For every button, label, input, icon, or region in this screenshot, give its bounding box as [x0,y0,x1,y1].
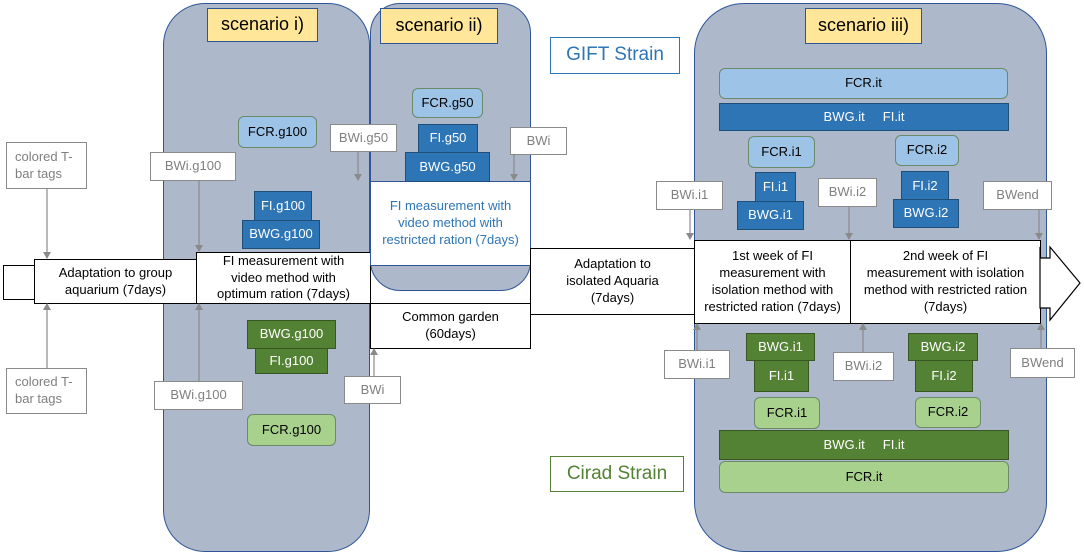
connector-layer [43,152,1081,381]
experimental-design-diagram: scenario i) scenario ii) scenario iii) G… [0,0,1084,555]
arrow-heads [43,174,1045,355]
flow-arrow-head [1039,245,1081,322]
